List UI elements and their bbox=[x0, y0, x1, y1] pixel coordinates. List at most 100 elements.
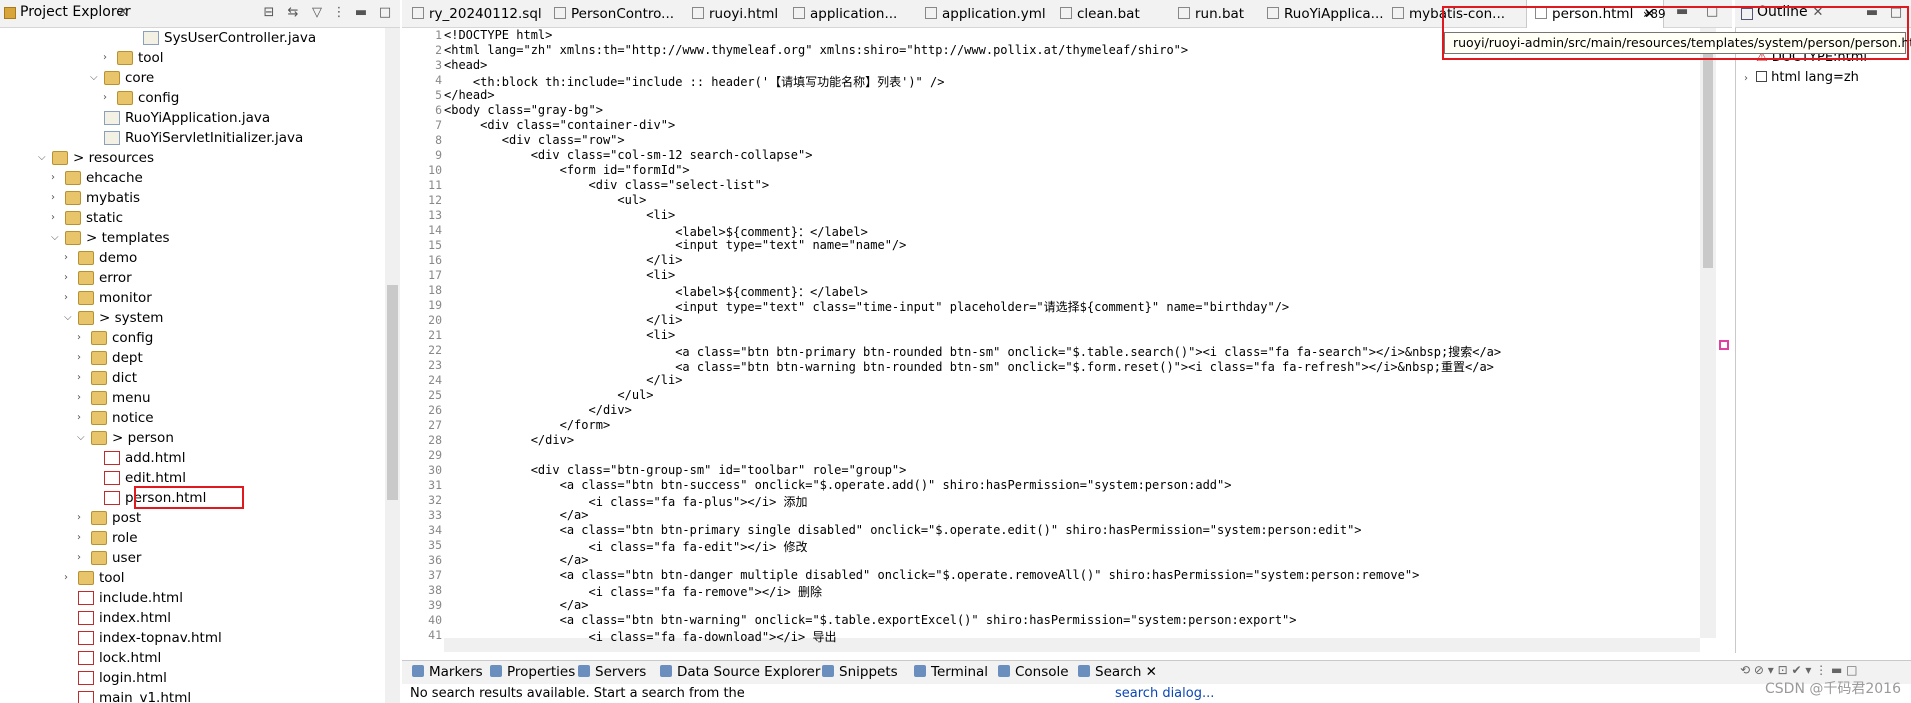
tree-item[interactable]: RuoYiApplication.java bbox=[0, 108, 385, 128]
filter-icon[interactable]: ▽ bbox=[308, 4, 326, 22]
bottom-tab[interactable]: Snippets bbox=[822, 664, 898, 680]
tree-item[interactable]: lock.html bbox=[0, 648, 385, 668]
tree-item[interactable]: include.html bbox=[0, 588, 385, 608]
chevron-right-icon[interactable]: › bbox=[77, 548, 89, 568]
tree-item[interactable]: › error bbox=[0, 268, 385, 288]
tree-item[interactable]: › mybatis bbox=[0, 188, 385, 208]
tree-item[interactable]: › config bbox=[0, 88, 385, 108]
code-line[interactable]: <!DOCTYPE html> bbox=[444, 28, 552, 42]
chevron-down-icon[interactable]: ⌵ bbox=[77, 428, 89, 448]
project-tree-scroll-thumb[interactable] bbox=[387, 285, 398, 500]
chevron-down-icon[interactable]: ⌵ bbox=[38, 148, 50, 168]
close-icon[interactable]: ✕ bbox=[114, 4, 132, 22]
tree-item[interactable]: › demo bbox=[0, 248, 385, 268]
code-line[interactable]: <body class="gray-bg"> bbox=[444, 103, 603, 117]
tree-item[interactable]: SysUserController.java bbox=[0, 28, 385, 48]
editor-vertical-scrollbar[interactable] bbox=[1700, 28, 1716, 638]
code-line[interactable]: <div class="btn-group-sm" id="toolbar" r… bbox=[444, 463, 907, 477]
code-line[interactable]: </head> bbox=[444, 88, 495, 102]
tree-item[interactable]: ⌵ > templates bbox=[0, 228, 385, 248]
tree-item[interactable]: add.html bbox=[0, 448, 385, 468]
tree-item[interactable]: › dict bbox=[0, 368, 385, 388]
tree-item[interactable]: › role bbox=[0, 528, 385, 548]
bottom-tab[interactable]: Properties bbox=[490, 664, 575, 680]
bottom-tab[interactable]: Data Source Explorer bbox=[660, 664, 820, 680]
collapse-all-icon[interactable]: ⊟ bbox=[260, 4, 278, 22]
code-line[interactable]: <html lang="zh" xmlns:th="http://www.thy… bbox=[444, 43, 1188, 57]
code-line[interactable]: </div> bbox=[444, 403, 631, 417]
code-line[interactable]: <i class="fa fa-download"></i> 导出 bbox=[444, 628, 836, 645]
chevron-right-icon[interactable]: › bbox=[77, 508, 89, 528]
code-line[interactable]: <form id="formId"> bbox=[444, 163, 690, 177]
bottom-panel-toolbar-icons[interactable]: ⟲ ⊘ ▾ ⊡ ✔ ▾ ⋮ ▬ □ bbox=[1740, 663, 1857, 677]
code-line[interactable]: </li> bbox=[444, 373, 682, 387]
bottom-tab[interactable]: Console bbox=[998, 664, 1069, 680]
close-icon[interactable]: ✕ bbox=[1141, 664, 1157, 680]
chevron-right-icon[interactable]: › bbox=[64, 248, 76, 268]
tree-item[interactable]: edit.html bbox=[0, 468, 385, 488]
tree-item[interactable]: ⌵ core bbox=[0, 68, 385, 88]
chevron-right-icon[interactable]: › bbox=[64, 268, 76, 288]
code-line[interactable]: </form> bbox=[444, 418, 611, 432]
tree-item[interactable]: main_v1.html bbox=[0, 688, 385, 703]
tree-item[interactable]: login.html bbox=[0, 668, 385, 688]
code-line[interactable]: <th:block th:include="include :: header(… bbox=[444, 73, 945, 90]
chevron-down-icon[interactable]: ⌵ bbox=[64, 308, 76, 328]
tree-item[interactable]: › ehcache bbox=[0, 168, 385, 188]
tree-item[interactable]: › notice bbox=[0, 408, 385, 428]
tree-item[interactable]: ⌵ > system bbox=[0, 308, 385, 328]
code-line[interactable]: </ul> bbox=[444, 388, 653, 402]
chevron-down-icon[interactable]: ⌵ bbox=[51, 228, 63, 248]
code-line[interactable]: <div class="row"> bbox=[444, 133, 625, 147]
tree-item[interactable]: › dept bbox=[0, 348, 385, 368]
tree-item[interactable]: index-topnav.html bbox=[0, 628, 385, 648]
tree-item[interactable]: RuoYiServletInitializer.java bbox=[0, 128, 385, 148]
tree-item[interactable]: › monitor bbox=[0, 288, 385, 308]
code-line[interactable]: <a class="btn btn-primary single disable… bbox=[444, 523, 1362, 537]
chevron-down-icon[interactable]: ⌵ bbox=[90, 68, 102, 88]
code-line[interactable]: <li> bbox=[444, 268, 675, 282]
tree-item[interactable]: › static bbox=[0, 208, 385, 228]
editor-tab[interactable]: clean.bat bbox=[1060, 0, 1140, 28]
overview-ruler-marker[interactable] bbox=[1719, 340, 1729, 350]
code-line[interactable]: <li> bbox=[444, 208, 675, 222]
editor-tab[interactable]: ry_20240112.sql bbox=[412, 0, 542, 28]
chevron-right-icon[interactable]: › bbox=[103, 88, 115, 108]
code-line[interactable]: </li> bbox=[444, 253, 682, 267]
editor-tab[interactable]: RuoYiApplica... bbox=[1267, 0, 1384, 28]
search-dialog-link[interactable]: search dialog... bbox=[1115, 686, 1214, 701]
editor-tab[interactable]: application... bbox=[793, 0, 897, 28]
editor-tab[interactable]: application.yml bbox=[925, 0, 1046, 28]
outline-item-html[interactable]: › html lang=zh bbox=[1744, 70, 1859, 85]
bottom-tab[interactable]: Search ✕ bbox=[1078, 664, 1157, 680]
chevron-right-icon[interactable]: › bbox=[64, 568, 76, 588]
code-line[interactable]: </div> bbox=[444, 433, 574, 447]
code-line[interactable]: <li> bbox=[444, 328, 675, 342]
code-line[interactable]: </a> bbox=[444, 553, 589, 567]
link-editor-icon[interactable]: ⇆ bbox=[284, 4, 302, 22]
code-line[interactable]: <div class="col-sm-12 search-collapse"> bbox=[444, 148, 813, 162]
chevron-right-icon[interactable]: › bbox=[103, 48, 115, 68]
code-line[interactable]: <head> bbox=[444, 58, 487, 72]
code-line[interactable]: <ul> bbox=[444, 193, 646, 207]
chevron-right-icon[interactable]: › bbox=[77, 348, 89, 368]
view-menu-icon[interactable]: ⋮ bbox=[330, 4, 348, 22]
chevron-right-icon[interactable]: › bbox=[77, 388, 89, 408]
chevron-right-icon[interactable]: › bbox=[51, 208, 63, 228]
chevron-right-icon[interactable]: › bbox=[77, 368, 89, 388]
tree-item[interactable]: › tool bbox=[0, 48, 385, 68]
bottom-tab[interactable]: Markers bbox=[412, 664, 483, 680]
chevron-right-icon[interactable]: › bbox=[77, 408, 89, 428]
chevron-right-icon[interactable]: › bbox=[51, 188, 63, 208]
chevron-right-icon[interactable]: › bbox=[77, 528, 89, 548]
tree-item[interactable]: › tool bbox=[0, 568, 385, 588]
code-line[interactable]: <div class="select-list"> bbox=[444, 178, 769, 192]
tree-item[interactable]: ⌵ > person bbox=[0, 428, 385, 448]
code-line[interactable]: </li> bbox=[444, 313, 682, 327]
tree-item[interactable]: › user bbox=[0, 548, 385, 568]
editor-tab[interactable]: PersonContro... bbox=[554, 0, 674, 28]
bottom-tab[interactable]: Servers bbox=[578, 664, 646, 680]
chevron-right-icon[interactable]: › bbox=[64, 288, 76, 308]
maximize-icon[interactable]: □ bbox=[376, 4, 394, 22]
code-line[interactable]: <a class="btn btn-warning" onclick="$.ta… bbox=[444, 613, 1297, 627]
